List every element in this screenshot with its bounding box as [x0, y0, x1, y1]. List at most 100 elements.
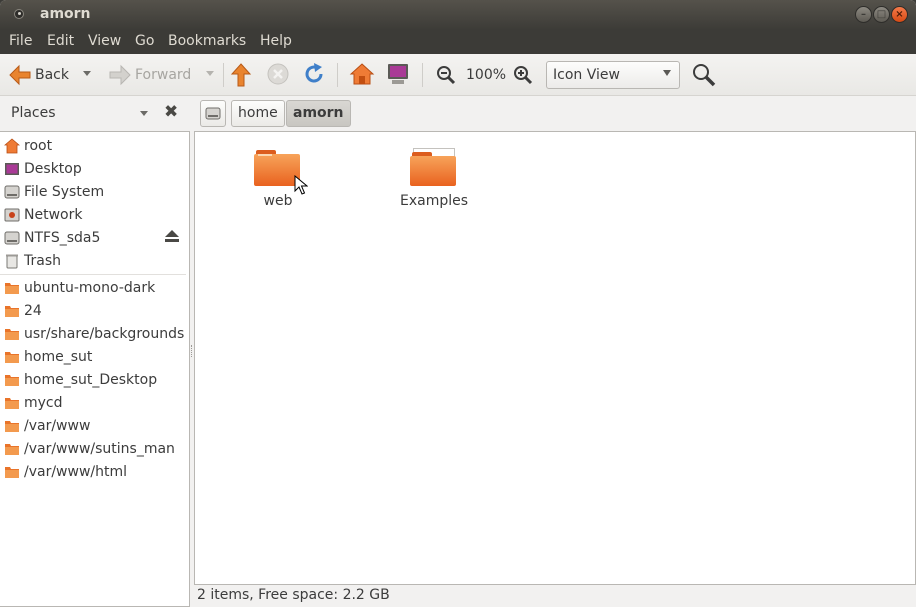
back-history-dropdown[interactable] — [83, 71, 91, 76]
sidebar-item-label: home_sut — [24, 349, 93, 365]
sidebar-bookmark-item[interactable]: /var/www/html — [4, 461, 127, 483]
zoom-in-icon[interactable] — [513, 65, 533, 85]
up-arrow-icon[interactable] — [230, 62, 252, 88]
toolbar-separator — [422, 63, 423, 87]
desktop-icon — [5, 163, 19, 175]
sidebar-bookmark-item[interactable]: home_sut — [4, 346, 92, 368]
sidebar-item-label: ubuntu-mono-dark — [24, 280, 156, 296]
folder-icon — [410, 148, 458, 188]
chevron-down-icon — [663, 70, 671, 76]
forward-label: Forward — [135, 67, 192, 83]
window-menu-icon[interactable] — [14, 9, 24, 19]
sidebar-bookmark-item[interactable]: ubuntu-mono-dark — [4, 277, 155, 299]
sidebar-item-label: Trash — [24, 253, 61, 269]
forward-button[interactable]: Forward — [108, 60, 191, 90]
menu-file[interactable]: File — [9, 33, 32, 49]
file-item-examples[interactable]: Examples — [391, 148, 477, 209]
file-item-web[interactable]: web — [235, 148, 321, 209]
menu-go[interactable]: Go — [135, 33, 154, 49]
folder-icon — [5, 352, 19, 363]
stop-icon[interactable] — [267, 63, 289, 85]
sidebar-item-label: Network — [24, 207, 83, 223]
zoom-level[interactable]: 100% — [466, 60, 506, 90]
back-label: Back — [35, 67, 69, 83]
pane-resize-handle[interactable] — [191, 345, 193, 357]
sidebar-item-label: NTFS_sda5 — [24, 230, 101, 246]
file-name: Examples — [399, 193, 469, 209]
file-name: web — [263, 193, 293, 209]
path-segment-home[interactable]: home — [231, 100, 285, 127]
sidebar-item-label: root — [24, 138, 53, 154]
toolbar-separator — [337, 63, 338, 87]
sidebar-type-dropdown[interactable] — [140, 111, 148, 116]
folder-icon — [5, 398, 19, 409]
sidebar-item-network[interactable]: Network — [4, 204, 82, 226]
folder-icon — [5, 375, 19, 386]
sidebar-bookmark-item[interactable]: /var/www — [4, 415, 90, 437]
sidebar-item-label: usr/share/backgrounds — [24, 326, 185, 342]
places-sidebar: root Desktop File System Network NTFS_sd… — [0, 131, 190, 607]
close-button[interactable]: × — [891, 6, 908, 23]
file-view[interactable]: web Examples — [194, 131, 916, 585]
forward-history-dropdown[interactable] — [206, 71, 214, 76]
minimize-button[interactable]: – — [855, 6, 872, 23]
sidebar-divider — [0, 274, 186, 275]
folder-icon — [5, 283, 19, 294]
window-title: amorn — [40, 6, 91, 22]
path-root-button[interactable] — [200, 100, 226, 127]
trash-icon — [6, 254, 18, 269]
sidebar-bookmark-item[interactable]: 24 — [4, 300, 42, 322]
sidebar-item-label: File System — [24, 184, 105, 200]
menu-bookmarks[interactable]: Bookmarks — [168, 33, 246, 49]
sidebar-bookmark-item[interactable]: /var/www/sutins_man — [4, 438, 175, 460]
folder-icon — [5, 421, 19, 432]
close-sidebar-icon[interactable]: ✖ — [164, 102, 178, 122]
computer-icon[interactable] — [386, 62, 410, 86]
maximize-button[interactable]: □ — [873, 6, 890, 23]
sidebar-item-label: Desktop — [24, 161, 82, 177]
menu-edit[interactable]: Edit — [47, 33, 74, 49]
sidebar-item-label: /var/www/html — [24, 464, 128, 480]
menu-help[interactable]: Help — [260, 33, 292, 49]
sidebar-item-ntfs-sda5[interactable]: NTFS_sda5 — [4, 227, 100, 249]
sidebar-item-label: mycd — [24, 395, 63, 411]
folder-icon — [5, 444, 19, 455]
back-button[interactable]: Back — [8, 60, 69, 90]
view-mode-value: Icon View — [553, 67, 620, 83]
menu-bar: File Edit View Go Bookmarks Help — [0, 30, 916, 54]
forward-arrow-icon — [109, 64, 131, 86]
toolbar: Back Forward 100% — [0, 54, 916, 96]
sidebar-title[interactable]: Places — [11, 105, 56, 121]
search-icon[interactable] — [692, 63, 716, 87]
sidebar-bookmark-item[interactable]: mycd — [4, 392, 63, 414]
harddisk-icon — [4, 185, 20, 199]
harddisk-icon — [205, 107, 221, 120]
home-icon[interactable] — [349, 62, 375, 86]
sidebar-item-label: 24 — [24, 303, 42, 319]
home-folder-icon — [4, 138, 20, 154]
sidebar-item-desktop[interactable]: Desktop — [4, 158, 82, 180]
toolbar-separator — [223, 63, 224, 87]
folder-icon — [5, 306, 19, 317]
sidebar-item-label: home_sut_Desktop — [24, 372, 158, 388]
mouse-cursor-icon — [294, 175, 308, 195]
file-manager-window: amorn – □ × File Edit View Go Bookmarks … — [0, 0, 916, 607]
sidebar-item-trash[interactable]: Trash — [4, 250, 61, 272]
harddisk-icon — [4, 231, 20, 245]
sidebar-item-label: /var/www/sutins_man — [24, 441, 175, 457]
status-bar: 2 items, Free space: 2.2 GB — [190, 585, 916, 607]
network-icon — [4, 208, 20, 222]
folder-icon — [5, 467, 19, 478]
status-text: 2 items, Free space: 2.2 GB — [197, 587, 390, 603]
menu-view[interactable]: View — [88, 33, 121, 49]
sidebar-bookmark-item[interactable]: usr/share/backgrounds — [4, 323, 184, 345]
eject-icon[interactable] — [165, 230, 179, 242]
path-segment-current[interactable]: amorn — [286, 100, 351, 127]
reload-icon[interactable] — [302, 62, 326, 86]
sidebar-item-root[interactable]: root — [4, 135, 52, 157]
sidebar-bookmark-item[interactable]: home_sut_Desktop — [4, 369, 157, 391]
title-bar[interactable]: amorn – □ × — [0, 0, 916, 30]
zoom-out-icon[interactable] — [436, 65, 456, 85]
view-mode-select[interactable]: Icon View — [546, 61, 680, 89]
sidebar-item-file-system[interactable]: File System — [4, 181, 104, 203]
